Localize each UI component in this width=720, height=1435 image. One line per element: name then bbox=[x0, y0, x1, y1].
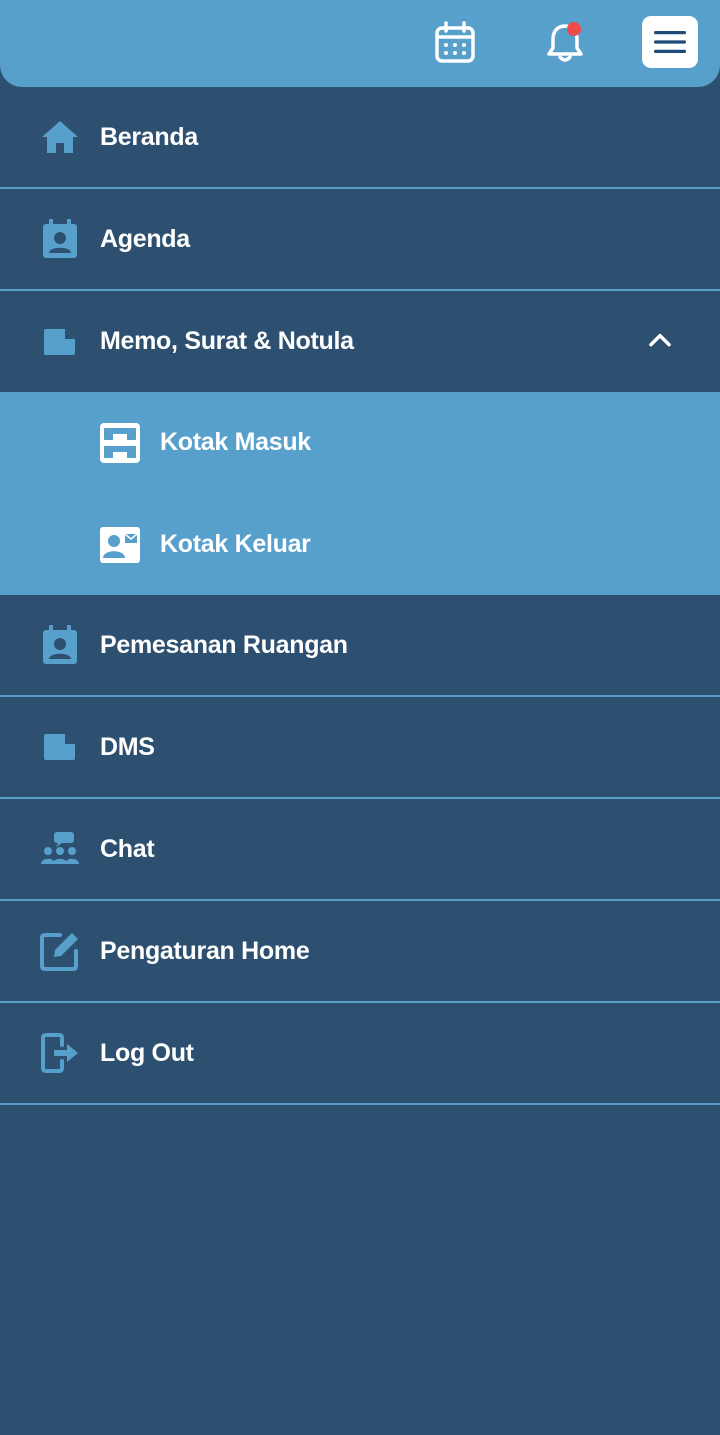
edit-square-icon bbox=[40, 931, 80, 971]
nav-label-chat: Chat bbox=[100, 834, 155, 863]
side-navigation: Beranda Agenda Memo, Surat & Notula Kota… bbox=[0, 87, 720, 1105]
sub-item-kotak-keluar[interactable]: Kotak Keluar bbox=[0, 494, 720, 596]
notification-badge bbox=[567, 22, 581, 36]
calendar-button[interactable] bbox=[430, 18, 480, 68]
contact-calendar-icon bbox=[40, 219, 80, 259]
nav-item-beranda[interactable]: Beranda bbox=[0, 87, 720, 189]
home-icon bbox=[40, 117, 80, 157]
memo-submenu: Kotak Masuk Kotak Keluar bbox=[0, 392, 720, 595]
nav-item-agenda[interactable]: Agenda bbox=[0, 189, 720, 291]
nav-label-memo: Memo, Surat & Notula bbox=[100, 327, 354, 355]
sub-label-kotak-keluar: Kotak Keluar bbox=[160, 529, 311, 558]
nav-item-pengaturan-home[interactable]: Pengaturan Home bbox=[0, 901, 720, 1003]
notifications-button[interactable] bbox=[540, 18, 590, 68]
nav-label-dms: DMS bbox=[100, 732, 155, 761]
contact-calendar-icon bbox=[40, 625, 80, 665]
calendar-icon bbox=[435, 21, 475, 63]
group-chat-icon bbox=[40, 829, 80, 869]
nav-item-log-out[interactable]: Log Out bbox=[0, 1003, 720, 1105]
chevron-up-icon[interactable] bbox=[646, 329, 674, 349]
nav-item-dms[interactable]: DMS bbox=[0, 697, 720, 799]
nav-label-log-out: Log Out bbox=[100, 1038, 194, 1067]
nav-item-pemesanan-ruangan[interactable]: Pemesanan Ruangan bbox=[0, 595, 720, 697]
sub-label-kotak-masuk: Kotak Masuk bbox=[160, 427, 311, 456]
note-icon bbox=[40, 727, 80, 767]
nav-label-pengaturan-home: Pengaturan Home bbox=[100, 936, 310, 965]
menu-button[interactable] bbox=[642, 16, 698, 68]
nav-label-pemesanan-ruangan: Pemesanan Ruangan bbox=[100, 630, 348, 659]
contact-mail-icon bbox=[100, 525, 140, 565]
nav-item-chat[interactable]: Chat bbox=[0, 799, 720, 901]
inbox-tray-icon bbox=[100, 423, 140, 463]
note-icon bbox=[40, 322, 80, 362]
logout-icon bbox=[40, 1033, 80, 1073]
nav-item-memo[interactable]: Memo, Surat & Notula bbox=[0, 291, 720, 392]
nav-label-beranda: Beranda bbox=[100, 122, 198, 151]
hamburger-menu-icon bbox=[654, 31, 686, 53]
sub-item-kotak-masuk[interactable]: Kotak Masuk bbox=[0, 392, 720, 494]
top-app-bar bbox=[0, 0, 720, 87]
nav-label-agenda: Agenda bbox=[100, 224, 190, 253]
